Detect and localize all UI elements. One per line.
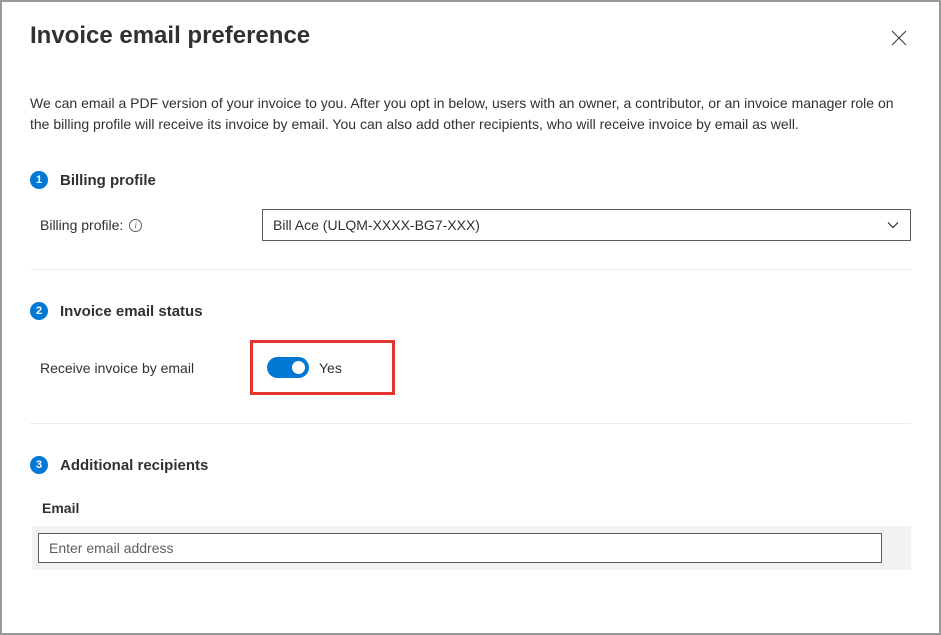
close-button[interactable] — [887, 26, 911, 53]
billing-profile-label-text: Billing profile: — [40, 217, 123, 233]
receive-invoice-label: Receive invoice by email — [30, 360, 250, 376]
step-2-title: Invoice email status — [60, 303, 203, 320]
highlight-box: Yes — [250, 340, 395, 395]
divider — [30, 423, 911, 424]
step-3-title: Additional recipients — [60, 457, 208, 474]
email-label: Email — [32, 500, 911, 516]
info-icon[interactable]: i — [129, 219, 142, 232]
page-title: Invoice email preference — [30, 22, 310, 50]
description-text: We can email a PDF version of your invoi… — [30, 93, 911, 135]
email-row — [32, 526, 911, 570]
close-icon — [891, 30, 907, 46]
billing-profile-label: Billing profile: i — [30, 217, 262, 233]
billing-profile-dropdown[interactable]: Bill Ace (ULQM-XXXX-BG7-XXX) — [262, 209, 911, 241]
billing-profile-value: Bill Ace (ULQM-XXXX-BG7-XXX) — [273, 217, 480, 233]
chevron-down-icon — [886, 218, 900, 232]
receive-invoice-toggle[interactable] — [267, 357, 309, 378]
step-1-number: 1 — [30, 171, 48, 189]
email-input[interactable] — [38, 533, 882, 563]
step-1-title: Billing profile — [60, 172, 156, 189]
step-2-number: 2 — [30, 302, 48, 320]
toggle-value: Yes — [319, 360, 342, 376]
step-3-number: 3 — [30, 456, 48, 474]
toggle-knob — [292, 361, 305, 374]
divider — [30, 269, 911, 270]
